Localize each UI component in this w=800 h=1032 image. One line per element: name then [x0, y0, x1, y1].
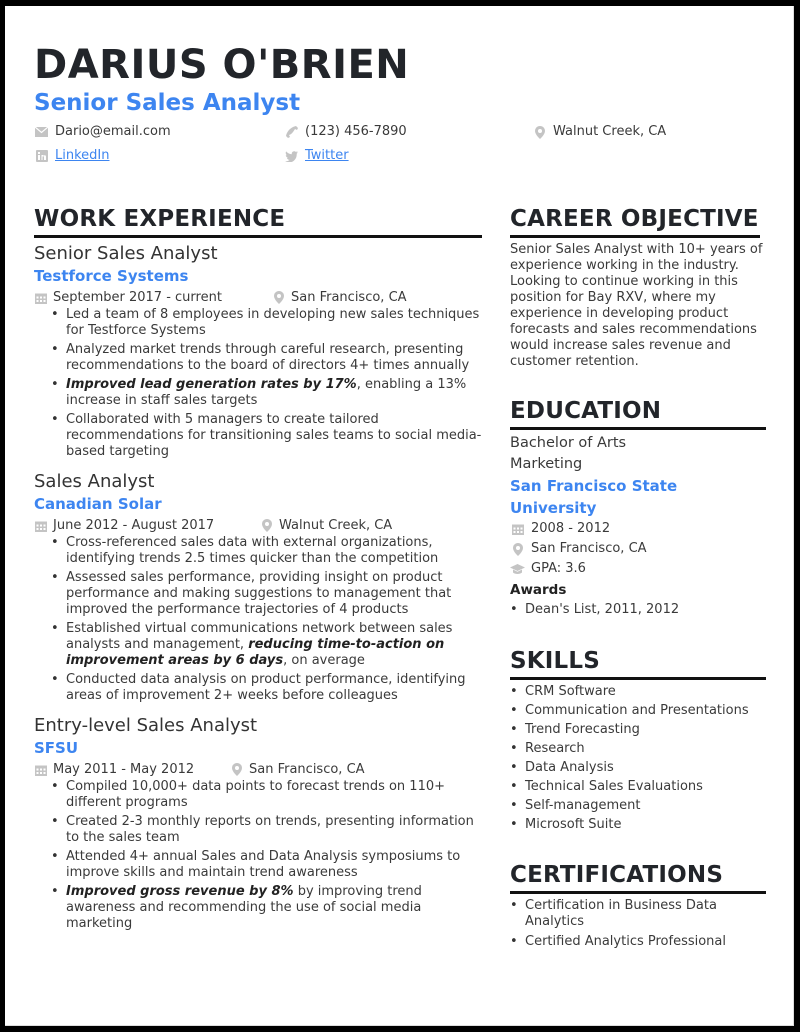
job-location: San Francisco, CA — [249, 762, 365, 777]
job-bullet: Cross-referenced sales data with externa… — [51, 535, 482, 567]
job-bullet: Conducted data analysis on product perfo… — [51, 672, 482, 704]
career-objective-section: CAREER OBJECTIVE Senior Sales Analyst wi… — [510, 204, 766, 370]
certification-item: Certified Analytics Professional — [510, 934, 766, 950]
skill-item: CRM Software — [510, 682, 766, 701]
education-location: San Francisco, CA — [510, 539, 766, 559]
section-heading-skills: SKILLS — [510, 646, 766, 680]
job-bullet: Improved lead generation rates by 17%, e… — [51, 377, 482, 409]
skill-item: Communication and Presentations — [510, 701, 766, 720]
job-bullet: Compiled 10,000+ data points to forecast… — [51, 779, 482, 811]
job-dates: September 2017 - current — [53, 290, 222, 305]
twitter-link[interactable]: Twitter — [305, 147, 349, 165]
job-role: Entry-level Sales Analyst — [34, 715, 258, 736]
section-heading-objective: CAREER OBJECTIVE — [510, 204, 760, 238]
candidate-name: DARIUS O'BRIEN — [34, 42, 410, 88]
calendar-icon — [510, 523, 525, 536]
right-column: CAREER OBJECTIVE Senior Sales Analyst wi… — [510, 204, 766, 966]
linkedin-link[interactable]: LinkedIn — [55, 147, 109, 165]
job-bullet: Attended 4+ annual Sales and Data Analys… — [51, 849, 482, 881]
job-role: Senior Sales Analyst — [34, 243, 218, 264]
major: Marketing — [510, 456, 583, 472]
job-entry: Entry-level Sales Analyst SFSU May 2011 … — [34, 714, 482, 932]
section-heading-certifications: CERTIFICATIONS — [510, 860, 766, 894]
job-company: Canadian Solar — [34, 495, 162, 513]
job-role: Sales Analyst — [34, 471, 155, 492]
education-gpa: GPA: 3.6 — [510, 559, 766, 579]
job-bullet: Established virtual communications netwo… — [51, 621, 482, 669]
contact-location: Walnut Creek, CA — [533, 123, 666, 141]
map-pin-icon — [230, 763, 243, 776]
contact-linkedin: LinkedIn — [35, 147, 109, 165]
job-company: SFSU — [34, 739, 79, 757]
calendar-icon — [34, 519, 47, 532]
phone-icon — [285, 126, 298, 139]
skills-section: SKILLS CRM Software Communication and Pr… — [510, 646, 766, 834]
calendar-icon — [34, 763, 47, 776]
section-heading-work: WORK EXPERIENCE — [34, 204, 482, 238]
job-meta: September 2017 - current San Francisco, … — [34, 288, 482, 307]
skill-item: Technical Sales Evaluations — [510, 777, 766, 796]
phone-text: (123) 456-7890 — [305, 124, 407, 139]
job-bullet: Collaborated with 5 managers to create t… — [51, 412, 482, 460]
map-pin-icon — [510, 542, 525, 556]
map-pin-icon — [260, 519, 273, 532]
award-item: Dean's List, 2011, 2012 — [510, 600, 766, 619]
job-bullet: Assessed sales performance, providing in… — [51, 570, 482, 618]
skill-item: Data Analysis — [510, 758, 766, 777]
objective-text: Senior Sales Analyst with 10+ years of e… — [510, 242, 763, 369]
map-pin-icon — [272, 291, 285, 304]
job-bullet: Improved gross revenue by 8% by improvin… — [51, 884, 482, 932]
section-heading-education: EDUCATION — [510, 396, 766, 430]
skill-item: Research — [510, 739, 766, 758]
envelope-icon — [35, 126, 48, 139]
job-meta: June 2012 - August 2017 Walnut Creek, CA — [34, 516, 482, 535]
job-bullet: Created 2-3 monthly reports on trends, p… — [51, 814, 482, 846]
job-bullet: Analyzed market trends through careful r… — [51, 342, 482, 374]
certifications-section: CERTIFICATIONS Certification in Business… — [510, 860, 766, 950]
skill-item: Trend Forecasting — [510, 720, 766, 739]
awards-label: Awards — [510, 582, 567, 598]
job-bullet: Led a team of 8 employees in developing … — [51, 307, 482, 339]
job-location: San Francisco, CA — [291, 290, 407, 305]
map-pin-icon — [533, 125, 546, 139]
school-name: San Francisco State University — [510, 477, 678, 517]
contact-email: Dario@email.com — [35, 123, 171, 141]
work-experience-section: WORK EXPERIENCE Senior Sales Analyst Tes… — [34, 204, 482, 942]
degree: Bachelor of Arts — [510, 435, 627, 451]
contact-phone: (123) 456-7890 — [285, 123, 407, 141]
email-text: Dario@email.com — [55, 124, 171, 139]
certification-item: Certification in Business Data Analytics — [510, 898, 766, 930]
education-dates: 2008 - 2012 — [510, 519, 766, 539]
skill-item: Microsoft Suite — [510, 815, 766, 834]
calendar-icon — [34, 291, 47, 304]
job-location: Walnut Creek, CA — [279, 518, 393, 533]
education-section: EDUCATION Bachelor of Arts Marketing San… — [510, 396, 766, 619]
contact-twitter: Twitter — [285, 147, 349, 165]
job-entry: Senior Sales Analyst Testforce Systems S… — [34, 242, 482, 460]
location-text: Walnut Creek, CA — [553, 124, 667, 139]
job-company: Testforce Systems — [34, 267, 189, 285]
candidate-title: Senior Sales Analyst — [34, 90, 301, 116]
resume-page: DARIUS O'BRIEN Senior Sales Analyst Dari… — [5, 6, 794, 1026]
linkedin-icon — [35, 150, 48, 163]
job-dates: May 2011 - May 2012 — [53, 762, 195, 777]
job-entry: Sales Analyst Canadian Solar June 2012 -… — [34, 470, 482, 704]
twitter-icon — [285, 150, 298, 163]
job-dates: June 2012 - August 2017 — [53, 518, 215, 533]
skill-item: Self-management — [510, 796, 766, 815]
graduation-cap-icon — [510, 563, 525, 576]
job-meta: May 2011 - May 2012 San Francisco, CA — [34, 760, 482, 779]
